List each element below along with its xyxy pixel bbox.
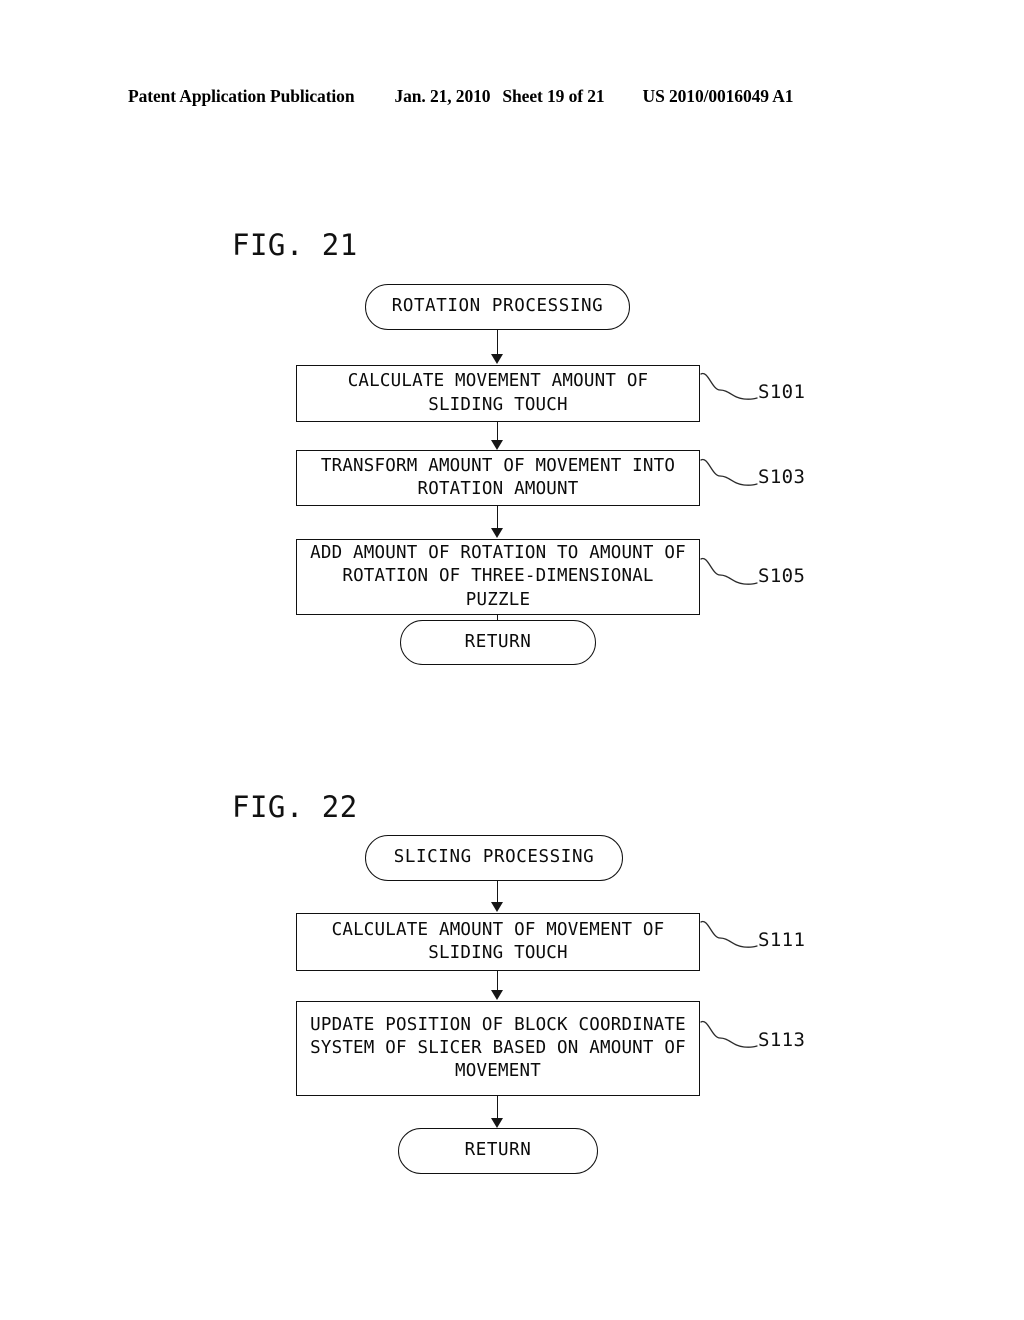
figure-22-title: FIG. 22: [232, 790, 358, 824]
fig21-step-label-s105: S105: [758, 565, 806, 587]
fig22-start-label: SLICING PROCESSING: [393, 847, 595, 868]
fig21-start-label: ROTATION PROCESSING: [391, 296, 604, 317]
fig22-return-terminal: RETURN: [398, 1128, 598, 1174]
fig21-step-label-s103: S103: [758, 466, 806, 488]
fig22-leader-s111: [700, 920, 758, 948]
fig21-process-s101-text: CALCULATE MOVEMENT AMOUNT OF SLIDING TOU…: [347, 371, 649, 415]
fig21-process-s103: TRANSFORM AMOUNT OF MOVEMENT INTO ROTATI…: [296, 450, 700, 506]
fig21-process-s105: ADD AMOUNT OF ROTATION TO AMOUNT OF ROTA…: [296, 539, 700, 615]
fig21-process-s105-text: ADD AMOUNT OF ROTATION TO AMOUNT OF ROTA…: [310, 543, 686, 610]
fig22-leader-s113: [700, 1020, 758, 1048]
fig22-arrowhead-3: [491, 1118, 503, 1128]
fig21-process-s103-text: TRANSFORM AMOUNT OF MOVEMENT INTO ROTATI…: [320, 455, 676, 499]
fig21-leader-s103: [700, 458, 758, 486]
fig21-start-terminal: ROTATION PROCESSING: [365, 284, 630, 330]
fig21-leader-s105: [700, 557, 758, 585]
fig21-return-label: RETURN: [464, 631, 532, 652]
page-header: Patent Application Publication Jan. 21, …: [128, 86, 896, 110]
figure-21-title: FIG. 21: [232, 228, 358, 262]
header-patent-number: US 2010/0016049 A1: [642, 86, 794, 106]
fig22-start-terminal: SLICING PROCESSING: [365, 835, 623, 881]
fig21-connector-1: [497, 330, 499, 357]
fig22-arrowhead-2: [491, 990, 503, 1000]
fig22-process-s111-text: CALCULATE AMOUNT OF MOVEMENT OF SLIDING …: [331, 919, 665, 963]
header-publication-title: Patent Application Publication: [128, 86, 355, 106]
fig21-arrowhead-1: [491, 354, 503, 364]
fig22-process-s111: CALCULATE AMOUNT OF MOVEMENT OF SLIDING …: [296, 913, 700, 971]
fig22-step-label-s113: S113: [758, 1029, 806, 1051]
header-sheet-number: Sheet 19 of 21: [502, 86, 605, 106]
figure-22: FIG. 22 SLICING PROCESSING CALCULATE AMO…: [0, 790, 1024, 1190]
fig22-arrowhead-1: [491, 902, 503, 912]
fig21-return-terminal: RETURN: [400, 620, 596, 665]
fig21-leader-s101: [700, 372, 758, 400]
fig21-step-label-s101: S101: [758, 381, 806, 403]
fig21-process-s101: CALCULATE MOVEMENT AMOUNT OF SLIDING TOU…: [296, 365, 700, 422]
fig22-process-s113: UPDATE POSITION OF BLOCK COORDINATE SYST…: [296, 1001, 700, 1096]
figure-21: FIG. 21 ROTATION PROCESSING CALCULATE MO…: [0, 228, 1024, 688]
fig22-step-label-s111: S111: [758, 929, 806, 951]
fig21-arrowhead-2: [491, 440, 503, 450]
header-publication-date: Jan. 21, 2010: [394, 86, 491, 106]
fig21-arrowhead-3: [491, 528, 503, 538]
fig22-process-s113-text: UPDATE POSITION OF BLOCK COORDINATE SYST…: [310, 1014, 686, 1082]
fig22-return-label: RETURN: [464, 1140, 532, 1161]
